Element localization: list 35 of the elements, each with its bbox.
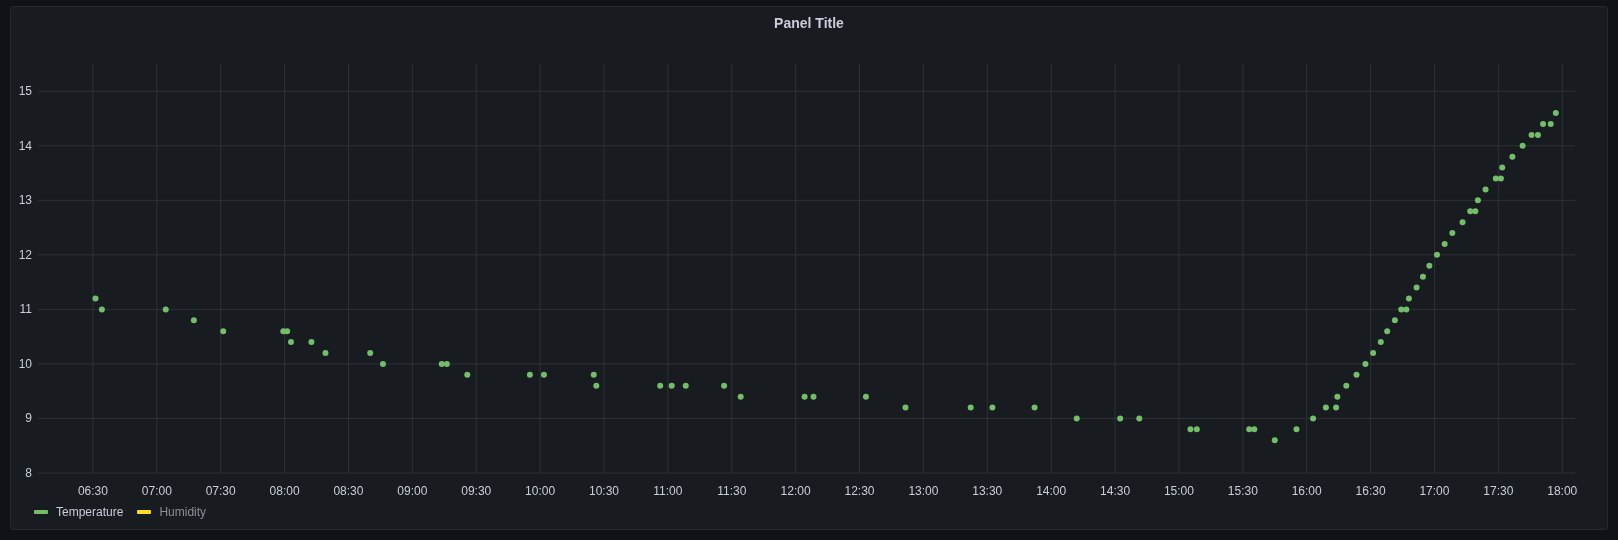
axis-label: 14:00	[1036, 484, 1067, 498]
axis-label: 12:00	[780, 484, 811, 498]
axis-label: 08:00	[269, 484, 300, 498]
axis-label: 10	[18, 356, 32, 371]
axis-label: 15:00	[1163, 484, 1194, 498]
axis-label: 8	[25, 466, 32, 480]
axis-label: 11:00	[653, 484, 683, 498]
axis-label: 17:30	[1483, 484, 1514, 498]
axis-label: 08:30	[333, 484, 364, 498]
axis-label: 14	[18, 138, 32, 153]
axis-label: 13	[18, 193, 32, 208]
panel-title: Panel Title	[774, 14, 844, 33]
axis-label: 13:30	[972, 484, 1003, 498]
legend-label[interactable]: Humidity	[159, 503, 207, 521]
axis-label: 06:30	[77, 484, 108, 498]
axis-label: 11	[19, 302, 32, 317]
axis-label: 18:00	[1547, 484, 1578, 498]
axis-label: 17:00	[1419, 484, 1450, 498]
axis-label: 9	[25, 411, 32, 426]
axis-label: 13:00	[908, 484, 939, 498]
axis-label: 12:30	[844, 484, 875, 498]
axis-label: 09:30	[461, 484, 492, 498]
axis-label: 16:00	[1291, 484, 1322, 498]
axis-label: 10:00	[525, 484, 556, 498]
axis-label: 15	[18, 84, 32, 99]
legend-label[interactable]: Temperature	[56, 503, 124, 521]
axis-label: 12	[18, 247, 32, 262]
axis-label: 09:00	[397, 484, 428, 498]
axis-label: 16:30	[1355, 484, 1386, 498]
axis-label: 10:30	[589, 484, 619, 498]
axis-label: 07:30	[205, 484, 236, 498]
axis-label: 15:30	[1227, 484, 1258, 498]
axis-label: 07:00	[141, 484, 172, 498]
axis-label: 14:30	[1100, 484, 1131, 498]
axis-label: 11:30	[717, 484, 747, 498]
